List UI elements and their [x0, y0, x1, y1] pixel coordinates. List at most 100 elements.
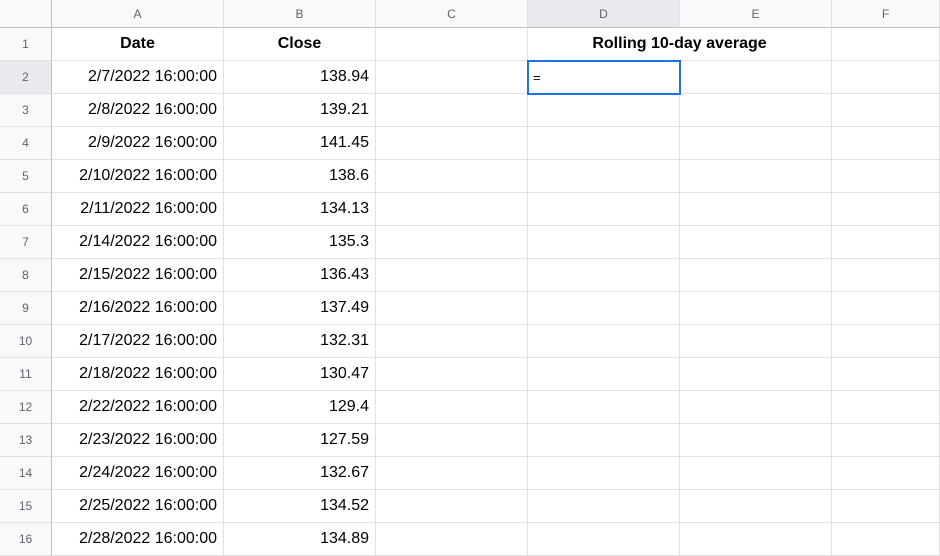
- cell-E14[interactable]: [680, 457, 832, 490]
- cell-B7[interactable]: 135.3: [224, 226, 376, 259]
- cell-D6[interactable]: [528, 193, 680, 226]
- cell-D14[interactable]: [528, 457, 680, 490]
- spreadsheet-grid[interactable]: A B C D E F 1 Date Close Rolling 10-day …: [0, 0, 940, 556]
- cell-E4[interactable]: [680, 127, 832, 160]
- cell-C1[interactable]: [376, 28, 528, 61]
- cell-A6[interactable]: 2/11/2022 16:00:00: [52, 193, 224, 226]
- cell-D12[interactable]: [528, 391, 680, 424]
- cell-B8[interactable]: 136.43: [224, 259, 376, 292]
- cell-A1[interactable]: Date: [52, 28, 224, 61]
- row-header-1[interactable]: 1: [0, 28, 52, 61]
- cell-B13[interactable]: 127.59: [224, 424, 376, 457]
- cell-C4[interactable]: [376, 127, 528, 160]
- cell-C9[interactable]: [376, 292, 528, 325]
- cell-D8[interactable]: [528, 259, 680, 292]
- formula-input[interactable]: [533, 62, 675, 93]
- cell-F15[interactable]: [832, 490, 940, 523]
- cell-B2[interactable]: 138.94: [224, 61, 376, 94]
- row-header-11[interactable]: 11: [0, 358, 52, 391]
- row-header-8[interactable]: 8: [0, 259, 52, 292]
- cell-D3[interactable]: [528, 94, 680, 127]
- cell-E6[interactable]: [680, 193, 832, 226]
- cell-D2-active[interactable]: [527, 60, 681, 95]
- cell-F10[interactable]: [832, 325, 940, 358]
- cell-E11[interactable]: [680, 358, 832, 391]
- cell-F12[interactable]: [832, 391, 940, 424]
- cell-F9[interactable]: [832, 292, 940, 325]
- cell-C11[interactable]: [376, 358, 528, 391]
- cell-F1[interactable]: [832, 28, 940, 61]
- cell-B11[interactable]: 130.47: [224, 358, 376, 391]
- col-header-B[interactable]: B: [224, 0, 376, 28]
- cell-F14[interactable]: [832, 457, 940, 490]
- cell-D9[interactable]: [528, 292, 680, 325]
- cell-F6[interactable]: [832, 193, 940, 226]
- cell-B3[interactable]: 139.21: [224, 94, 376, 127]
- cell-F8[interactable]: [832, 259, 940, 292]
- cell-D13[interactable]: [528, 424, 680, 457]
- cell-B6[interactable]: 134.13: [224, 193, 376, 226]
- cell-A8[interactable]: 2/15/2022 16:00:00: [52, 259, 224, 292]
- row-header-5[interactable]: 5: [0, 160, 52, 193]
- row-header-10[interactable]: 10: [0, 325, 52, 358]
- cell-E9[interactable]: [680, 292, 832, 325]
- cell-A10[interactable]: 2/17/2022 16:00:00: [52, 325, 224, 358]
- cell-E3[interactable]: [680, 94, 832, 127]
- cell-A11[interactable]: 2/18/2022 16:00:00: [52, 358, 224, 391]
- cell-D15[interactable]: [528, 490, 680, 523]
- cell-C15[interactable]: [376, 490, 528, 523]
- cell-A5[interactable]: 2/10/2022 16:00:00: [52, 160, 224, 193]
- col-header-E[interactable]: E: [680, 0, 832, 28]
- cell-C7[interactable]: [376, 226, 528, 259]
- cell-D10[interactable]: [528, 325, 680, 358]
- cell-F2[interactable]: [832, 61, 940, 94]
- cell-C3[interactable]: [376, 94, 528, 127]
- cell-D11[interactable]: [528, 358, 680, 391]
- cell-A4[interactable]: 2/9/2022 16:00:00: [52, 127, 224, 160]
- row-header-13[interactable]: 13: [0, 424, 52, 457]
- col-header-D[interactable]: D: [528, 0, 680, 28]
- cell-C6[interactable]: [376, 193, 528, 226]
- cell-C13[interactable]: [376, 424, 528, 457]
- cell-B15[interactable]: 134.52: [224, 490, 376, 523]
- cell-A2[interactable]: 2/7/2022 16:00:00: [52, 61, 224, 94]
- cell-C12[interactable]: [376, 391, 528, 424]
- row-header-7[interactable]: 7: [0, 226, 52, 259]
- col-header-C[interactable]: C: [376, 0, 528, 28]
- col-header-F[interactable]: F: [832, 0, 940, 28]
- cell-F7[interactable]: [832, 226, 940, 259]
- cell-A9[interactable]: 2/16/2022 16:00:00: [52, 292, 224, 325]
- row-header-6[interactable]: 6: [0, 193, 52, 226]
- cell-C2[interactable]: [376, 61, 528, 94]
- cell-C8[interactable]: [376, 259, 528, 292]
- cell-A7[interactable]: 2/14/2022 16:00:00: [52, 226, 224, 259]
- cell-E13[interactable]: [680, 424, 832, 457]
- select-all-corner[interactable]: [0, 0, 52, 28]
- cell-E8[interactable]: [680, 259, 832, 292]
- col-header-A[interactable]: A: [52, 0, 224, 28]
- cell-E12[interactable]: [680, 391, 832, 424]
- cell-D5[interactable]: [528, 160, 680, 193]
- cell-D4[interactable]: [528, 127, 680, 160]
- cell-E2[interactable]: [680, 61, 832, 94]
- row-header-15[interactable]: 15: [0, 490, 52, 523]
- cell-C14[interactable]: [376, 457, 528, 490]
- cell-F3[interactable]: [832, 94, 940, 127]
- cell-C5[interactable]: [376, 160, 528, 193]
- cell-F13[interactable]: [832, 424, 940, 457]
- cell-A15[interactable]: 2/25/2022 16:00:00: [52, 490, 224, 523]
- cell-E5[interactable]: [680, 160, 832, 193]
- cell-A12[interactable]: 2/22/2022 16:00:00: [52, 391, 224, 424]
- cell-E7[interactable]: [680, 226, 832, 259]
- row-header-3[interactable]: 3: [0, 94, 52, 127]
- cell-B5[interactable]: 138.6: [224, 160, 376, 193]
- cell-B1[interactable]: Close: [224, 28, 376, 61]
- row-header-9[interactable]: 9: [0, 292, 52, 325]
- cell-B9[interactable]: 137.49: [224, 292, 376, 325]
- cell-B12[interactable]: 129.4: [224, 391, 376, 424]
- row-header-12[interactable]: 12: [0, 391, 52, 424]
- cell-B10[interactable]: 132.31: [224, 325, 376, 358]
- cell-B4[interactable]: 141.45: [224, 127, 376, 160]
- cell-D7[interactable]: [528, 226, 680, 259]
- cell-D1-E1-merged[interactable]: Rolling 10-day average: [528, 28, 832, 61]
